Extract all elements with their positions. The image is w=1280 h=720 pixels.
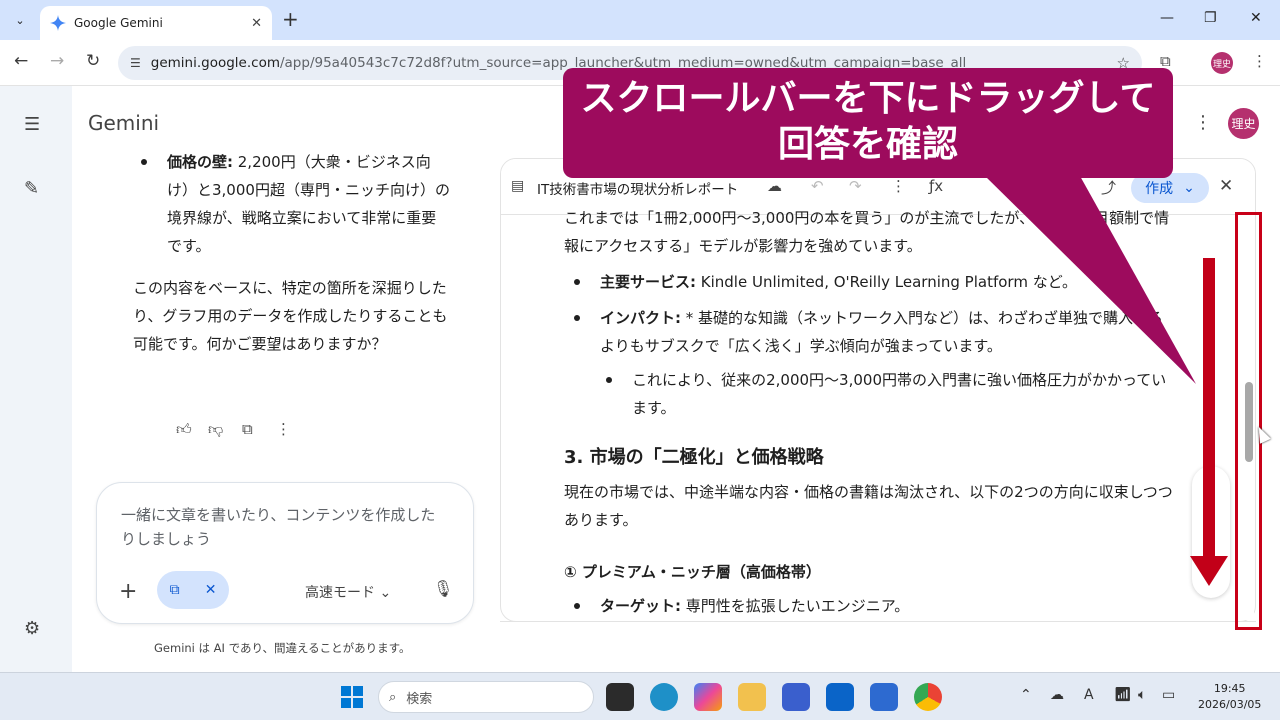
annotation-line-1: スクロールバーを下にドラッグして [580,78,1156,119]
annotation-line-2: 回答を確認 [777,124,958,165]
ime-icon[interactable]: A [1084,687,1094,703]
volume-icon[interactable]: 🔈︎ [1138,687,1146,703]
windows-taskbar: ⌕ 検索 ⌃ ☁ A 📶︎ 🔈︎ ▭ 19:45 2026/03/05 [0,672,1280,720]
onedrive-icon[interactable]: ☁ [1050,687,1064,703]
battery-icon[interactable]: ▭ [1162,687,1175,703]
notepad-icon[interactable] [870,683,898,711]
down-arrow-shaft [1203,258,1215,576]
copilot-icon[interactable] [694,683,722,711]
windows-start-icon[interactable] [341,686,363,708]
search-icon: ⌕ [389,689,397,705]
edge-icon[interactable] [650,683,678,711]
tray-chevron-icon[interactable]: ⌃ [1020,687,1032,703]
down-arrow-head [1190,556,1228,586]
store-icon[interactable] [782,683,810,711]
annotation-callout: スクロールバーを下にドラッグして 回答を確認 [563,68,1173,178]
chrome-icon[interactable] [914,683,942,711]
file-explorer-icon[interactable] [738,683,766,711]
outlook-icon[interactable] [826,683,854,711]
taskbar-search[interactable]: ⌕ 検索 [378,681,594,713]
task-view-icon[interactable] [606,683,634,711]
wifi-icon[interactable]: 📶︎ [1114,687,1132,703]
taskbar-clock[interactable]: 19:45 2026/03/05 [1198,681,1261,713]
